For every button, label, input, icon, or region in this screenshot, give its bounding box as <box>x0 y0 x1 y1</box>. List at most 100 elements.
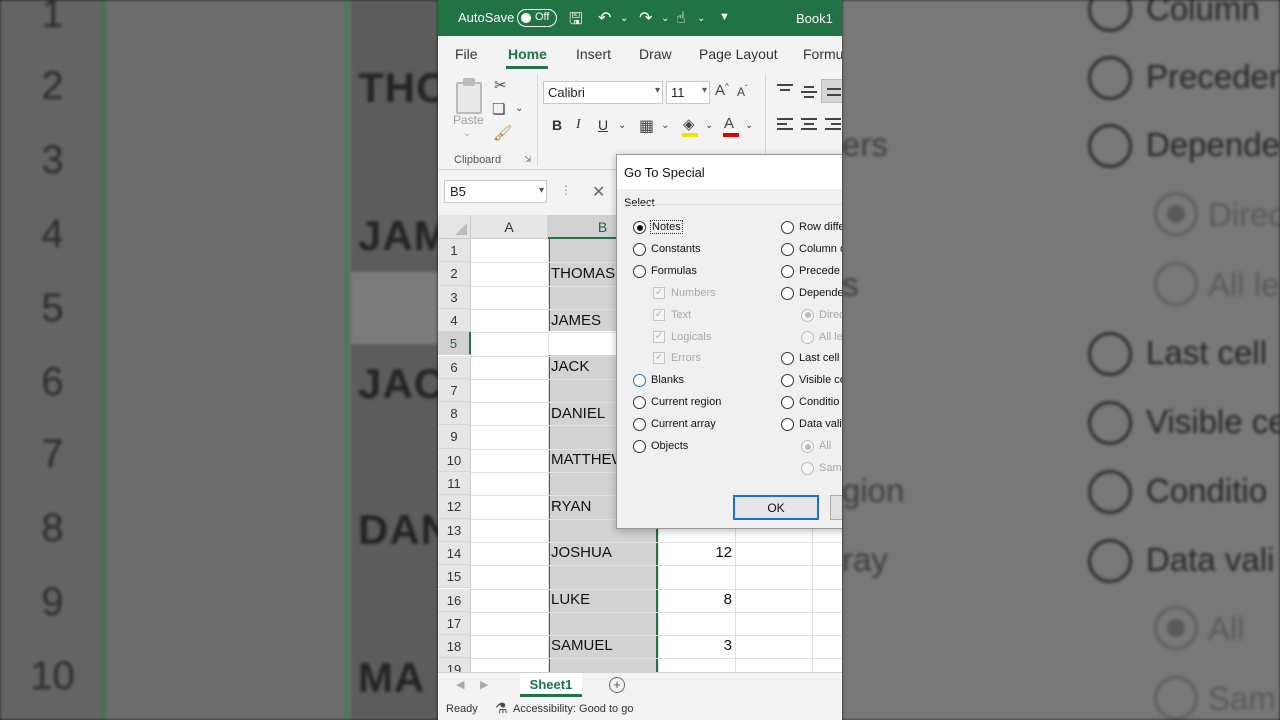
format-painter-icon[interactable]: 🖌 <box>493 124 512 142</box>
row-header-6[interactable]: 6 <box>438 355 471 379</box>
autosave-toggle[interactable]: Off <box>517 9 557 27</box>
name-box[interactable]: B5 ▾ <box>444 180 547 203</box>
cell-b10[interactable]: MATTHEW <box>551 451 626 468</box>
touch-dropdown-icon[interactable]: ⌄ <box>697 13 705 24</box>
radio-icon[interactable] <box>633 221 646 234</box>
row-header-3[interactable]: 3 <box>438 285 471 309</box>
radio-icon[interactable] <box>633 264 646 278</box>
align-top-icon[interactable] <box>777 84 793 96</box>
paste-dropdown-icon[interactable]: ⌄ <box>463 128 471 139</box>
undo-dropdown-icon[interactable]: ⌄ <box>620 13 628 24</box>
row-header-9[interactable]: 9 <box>438 425 471 449</box>
ok-button[interactable]: OK <box>733 495 819 520</box>
radio-icon[interactable] <box>633 242 646 256</box>
cell-b8[interactable]: DANIEL <box>551 405 605 422</box>
font-name-select[interactable]: Calibri ▾ <box>543 81 663 104</box>
row-header-10[interactable]: 10 <box>438 448 471 472</box>
copy-dropdown-icon[interactable]: ⌄ <box>515 103 523 114</box>
radio-icon[interactable] <box>781 396 794 410</box>
undo-icon[interactable]: ↶ <box>598 8 611 28</box>
fill-dropdown-icon[interactable]: ⌄ <box>705 120 713 131</box>
accessibility-status[interactable]: Accessibility: Good to go <box>513 703 633 715</box>
tab-insert[interactable]: Insert <box>576 46 611 62</box>
underline-dropdown-icon[interactable]: ⌄ <box>618 120 626 131</box>
radio-icon[interactable] <box>633 374 646 388</box>
customize-toolbar-icon[interactable]: ▼ <box>719 11 730 23</box>
add-sheet-icon[interactable]: + <box>609 677 625 693</box>
redo-dropdown-icon[interactable]: ⌄ <box>661 13 669 24</box>
font-size-select[interactable]: 11 ▾ <box>666 81 710 104</box>
row-header-17[interactable]: 17 <box>438 611 471 636</box>
italic-button[interactable]: I <box>576 117 581 133</box>
row-header-7[interactable]: 7 <box>438 378 471 403</box>
font-color-dropdown-icon[interactable]: ⌄ <box>745 120 753 131</box>
cell-b2[interactable]: THOMAS <box>551 265 615 282</box>
tab-draw[interactable]: Draw <box>639 46 672 62</box>
redo-icon[interactable]: ↷ <box>639 8 652 28</box>
more-icon[interactable]: ⋮ <box>560 183 572 197</box>
radio-icon[interactable] <box>781 374 794 388</box>
align-center-icon[interactable] <box>801 118 817 132</box>
align-middle-icon[interactable] <box>801 84 817 98</box>
decrease-font-icon[interactable]: Aˇ <box>737 84 748 99</box>
row-header-12[interactable]: 12 <box>438 495 471 519</box>
cell-c16[interactable]: 8 <box>660 591 732 608</box>
row-header-15[interactable]: 15 <box>438 565 471 589</box>
row-header-8[interactable]: 8 <box>438 402 471 426</box>
increase-font-icon[interactable]: A^ <box>715 82 729 99</box>
cell-b16[interactable]: LUKE <box>551 591 590 608</box>
sheet-next-icon[interactable]: ▶ <box>480 678 488 691</box>
cancel-button[interactable] <box>830 495 842 520</box>
row-header-14[interactable]: 14 <box>438 541 471 566</box>
align-left-icon[interactable] <box>777 118 793 132</box>
row-header-19[interactable]: 19 <box>438 658 471 672</box>
radio-icon[interactable] <box>781 418 794 432</box>
sheet-tab-sheet1[interactable]: Sheet1 <box>520 673 582 697</box>
clipboard-launcher-icon[interactable]: ⇲ <box>524 154 532 165</box>
column-header-a[interactable]: A <box>471 215 548 239</box>
cell-c18[interactable]: 3 <box>660 637 732 654</box>
row-header-16[interactable]: 16 <box>438 588 471 612</box>
radio-icon[interactable] <box>781 264 794 278</box>
cell-b6[interactable]: JACK <box>551 358 589 375</box>
tab-file[interactable]: File <box>455 46 478 62</box>
row-header-18[interactable]: 18 <box>438 635 471 659</box>
copy-icon[interactable]: ❏ <box>492 100 505 118</box>
row-header-13[interactable]: 13 <box>438 518 471 542</box>
align-right-icon[interactable] <box>825 118 841 132</box>
tab-page-layout[interactable]: Page Layout <box>699 46 778 62</box>
radio-icon[interactable] <box>633 396 646 410</box>
row-header-5[interactable]: 5 <box>438 332 471 356</box>
font-color-icon[interactable]: A <box>724 115 734 132</box>
touch-mode-icon[interactable]: ☝ <box>676 8 686 28</box>
bold-button[interactable]: B <box>552 117 562 133</box>
radio-icon[interactable] <box>781 352 794 366</box>
cut-icon[interactable]: ✂ <box>494 76 507 94</box>
row-header-2[interactable]: 2 <box>438 262 471 286</box>
cell-b18[interactable]: SAMUEL <box>551 637 613 654</box>
tab-home[interactable]: Home <box>508 46 547 62</box>
cell-b14[interactable]: JOSHUA <box>551 544 612 561</box>
tab-formulas[interactable]: Formu <box>803 46 842 62</box>
radio-icon[interactable] <box>633 418 646 432</box>
radio-icon[interactable] <box>781 221 794 234</box>
borders-dropdown-icon[interactable]: ⌄ <box>661 120 669 131</box>
radio-icon[interactable] <box>633 440 646 453</box>
save-icon[interactable]: 🖫 <box>569 8 583 35</box>
cell-b12[interactable]: RYAN <box>551 498 591 515</box>
fill-color-icon[interactable]: ◈ <box>683 115 695 133</box>
radio-icon[interactable] <box>781 242 794 256</box>
row-header-11[interactable]: 11 <box>438 472 471 496</box>
radio-icon[interactable] <box>781 286 794 300</box>
align-bottom-icon[interactable] <box>821 79 842 103</box>
cell-b4[interactable]: JAMES <box>551 312 601 329</box>
cell-c14[interactable]: 12 <box>660 544 732 561</box>
row-header-1[interactable]: 1 <box>438 239 471 263</box>
row-header-4[interactable]: 4 <box>438 308 471 333</box>
cancel-entry-icon[interactable]: ✕ <box>592 182 605 202</box>
sheet-prev-icon[interactable]: ◀ <box>456 678 464 691</box>
accessibility-icon[interactable]: ⚗ <box>495 700 508 717</box>
underline-button[interactable]: U <box>598 117 608 133</box>
borders-icon[interactable]: ▦ <box>639 116 654 136</box>
select-all-button[interactable] <box>438 215 471 239</box>
